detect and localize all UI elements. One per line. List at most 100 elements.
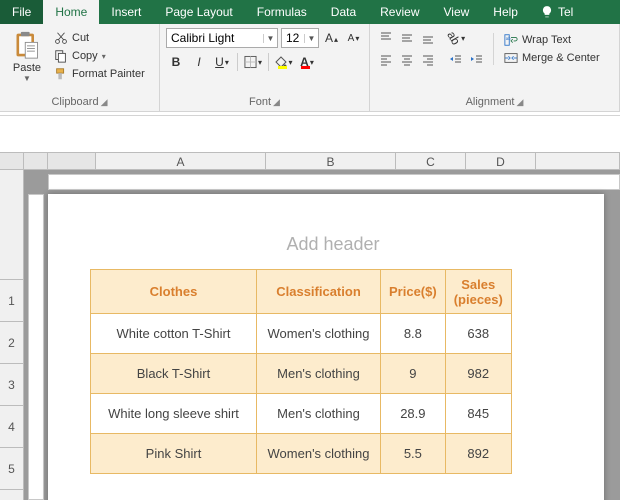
col-header-b[interactable]: B [266,153,396,169]
wrap-text-icon: ab [504,33,518,47]
column-headers: A B C D [0,152,620,170]
font-dialog-launcher-icon[interactable]: ◢ [273,97,280,108]
tell-me-label: Tel [558,5,573,19]
paste-button[interactable]: Paste ▼ [6,28,48,90]
increase-indent-button[interactable] [467,50,487,70]
font-name-combo[interactable]: ▼ [166,28,278,48]
wrap-text-label: Wrap Text [522,34,571,46]
align-center-button[interactable] [397,50,417,70]
row-header-5[interactable]: 5 [0,448,23,490]
header-sales[interactable]: Sales (pieces) [445,270,511,314]
align-right-button[interactable] [418,50,438,70]
cell[interactable]: 982 [445,354,511,394]
cell[interactable]: Women's clothing [257,434,381,474]
align-middle-icon [400,31,414,45]
tab-insert[interactable]: Insert [99,0,153,24]
tab-file[interactable]: File [0,0,43,24]
clipboard-group-label: Clipboard [51,96,98,108]
tab-home[interactable]: Home [43,0,99,24]
format-painter-label: Format Painter [72,68,145,80]
cell[interactable]: 8.8 [381,314,446,354]
header-clothes[interactable]: Clothes [91,270,257,314]
tab-formulas[interactable]: Formulas [245,0,319,24]
underline-button[interactable]: U▾ [212,52,232,72]
cell[interactable]: 845 [445,394,511,434]
table-row: White cotton T-Shirt Women's clothing 8.… [91,314,512,354]
cell[interactable]: 638 [445,314,511,354]
group-clipboard: Paste ▼ Cut Copy ▾ Format Painter C [0,24,160,111]
align-bottom-button[interactable] [418,28,438,48]
header-classification[interactable]: Classification [257,270,381,314]
horizontal-ruler [48,174,620,190]
alignment-group-label: Alignment [466,96,515,108]
orientation-button[interactable]: ab▾ [446,28,466,48]
select-all-button[interactable] [0,153,24,169]
sheet-area: A B C D 1 2 3 4 5 Add header Clothes Cla… [0,116,620,500]
row-header-2[interactable]: 2 [0,322,23,364]
align-center-icon [400,53,414,67]
cell[interactable]: 892 [445,434,511,474]
merge-center-icon [504,51,518,65]
chevron-down-icon[interactable]: ▼ [263,34,277,43]
vertical-ruler [28,194,44,500]
row-header-3[interactable]: 3 [0,364,23,406]
col-header-c[interactable]: C [396,153,466,169]
cell[interactable]: 28.9 [381,394,446,434]
chevron-down-icon[interactable]: ▼ [304,34,318,43]
table-row: Pink Shirt Women's clothing 5.5 892 [91,434,512,474]
borders-icon [244,55,257,69]
decrease-indent-button[interactable] [446,50,466,70]
ribbon: Paste ▼ Cut Copy ▾ Format Painter C [0,24,620,112]
wrap-text-button[interactable]: ab Wrap Text [500,32,604,48]
align-middle-button[interactable] [397,28,417,48]
font-name-input[interactable] [167,29,263,47]
cell[interactable]: 5.5 [381,434,446,474]
row-header-1[interactable]: 1 [0,280,23,322]
clipboard-dialog-launcher-icon[interactable]: ◢ [101,97,108,108]
borders-button[interactable]: ▾ [243,52,263,72]
align-top-button[interactable] [376,28,396,48]
decrease-font-button[interactable]: A▾ [344,28,363,48]
italic-button[interactable]: I [189,52,209,72]
cell[interactable]: Men's clothing [257,394,381,434]
font-color-button[interactable]: A ▾ [297,52,317,72]
tab-help[interactable]: Help [481,0,530,24]
alignment-dialog-launcher-icon[interactable]: ◢ [517,97,524,108]
cut-icon [54,31,68,45]
cell[interactable]: Black T-Shirt [91,354,257,394]
font-size-input[interactable] [282,29,304,47]
cell[interactable]: Women's clothing [257,314,381,354]
format-painter-button[interactable]: Format Painter [50,66,149,82]
table-row: Black T-Shirt Men's clothing 9 982 [91,354,512,394]
tab-data[interactable]: Data [319,0,368,24]
font-size-combo[interactable]: ▼ [281,28,319,48]
italic-icon: I [197,55,200,69]
fill-color-button[interactable]: ▾ [274,52,294,72]
svg-text:ab: ab [506,36,511,41]
align-left-button[interactable] [376,50,396,70]
col-header-d[interactable]: D [466,153,536,169]
cell[interactable]: Men's clothing [257,354,381,394]
row-header-4[interactable]: 4 [0,406,23,448]
merge-center-button[interactable]: Merge & Center [500,50,604,66]
page: Add header Clothes Classification Price(… [48,194,604,500]
decrease-font-icon: A▾ [348,33,360,44]
copy-button[interactable]: Copy ▾ [50,48,149,64]
increase-font-button[interactable]: A▴ [322,28,341,48]
paste-dropdown-icon[interactable]: ▼ [23,74,31,83]
bold-button[interactable]: B [166,52,186,72]
cut-button[interactable]: Cut [50,30,149,46]
tab-review[interactable]: Review [368,0,431,24]
header-price[interactable]: Price($) [381,270,446,314]
col-header-a[interactable]: A [96,153,266,169]
tell-me[interactable]: Tel [530,0,573,24]
cell[interactable]: White cotton T-Shirt [91,314,257,354]
cell[interactable]: 9 [381,354,446,394]
tab-page-layout[interactable]: Page Layout [153,0,244,24]
align-left-icon [379,53,393,67]
tab-view[interactable]: View [432,0,482,24]
add-header-placeholder[interactable]: Add header [90,234,576,255]
underline-icon: U [215,55,224,69]
cell[interactable]: Pink Shirt [91,434,257,474]
cell[interactable]: White long sleeve shirt [91,394,257,434]
